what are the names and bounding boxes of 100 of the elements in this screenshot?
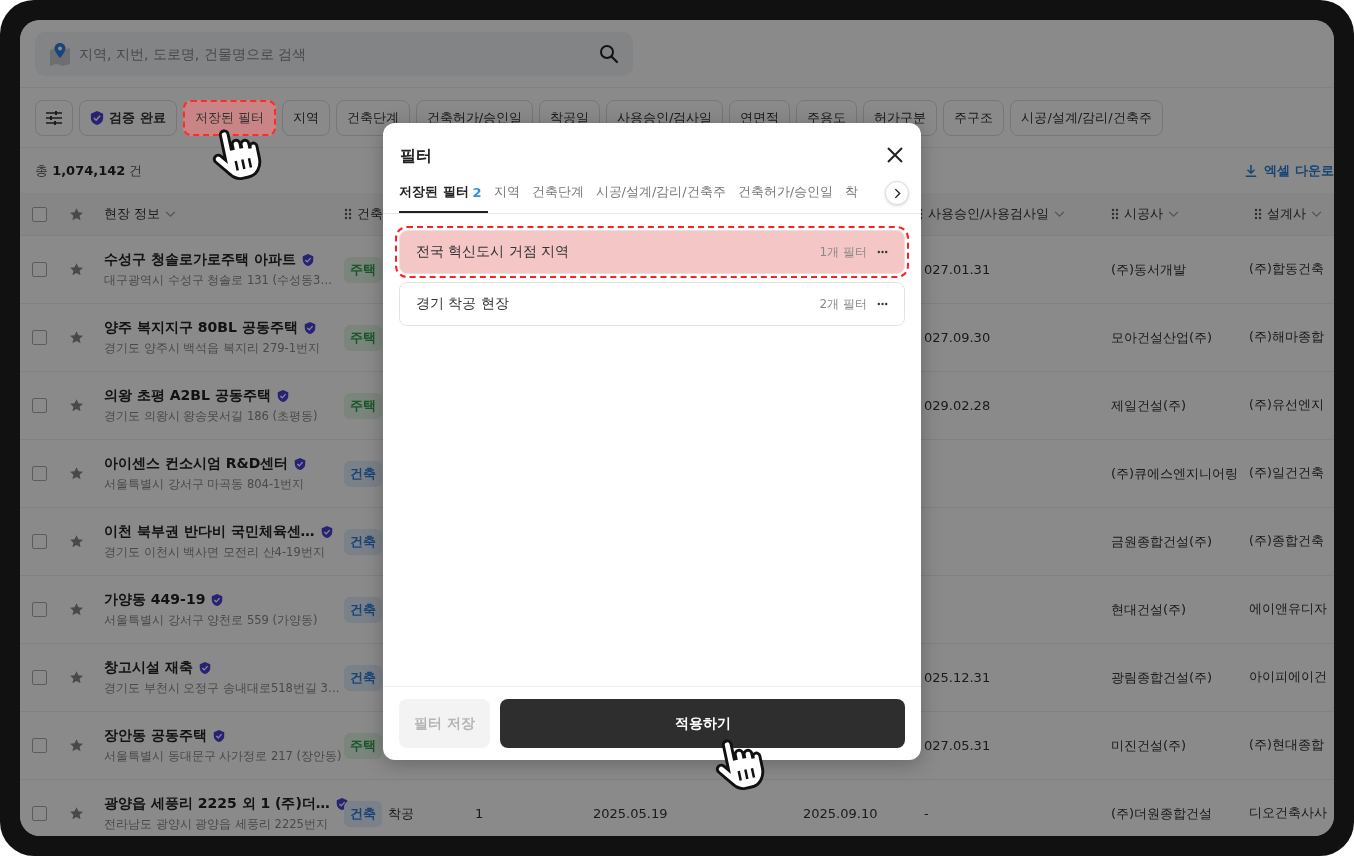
filter-chip[interactable]: 시공/설계/감리/건축주: [1010, 100, 1163, 136]
saved-filter-item[interactable]: 경기 착공 현장 2개 필터: [399, 282, 905, 326]
star-icon[interactable]: [69, 262, 84, 277]
table-cell: 현대건설(주): [1111, 600, 1187, 619]
category-tag: 주택: [344, 256, 382, 283]
table-cell: 모아건설산업(주): [1111, 328, 1213, 347]
search-field[interactable]: 지역, 지번, 도로명, 건물명으로 검색: [35, 32, 633, 76]
search-icon[interactable]: [599, 44, 619, 64]
column-header[interactable]: 시공사: [1124, 205, 1163, 223]
filter-tab[interactable]: 건축단계: [525, 173, 590, 213]
table-cell: 027.09.30: [924, 330, 991, 345]
site-address: 경기도 이천시 백사면 모전리 산4-19번지: [104, 545, 325, 560]
category-tag: 주택: [344, 732, 382, 759]
more-icon[interactable]: [877, 250, 888, 254]
table-cell: (주)동서개발: [1111, 260, 1187, 279]
excel-download-link[interactable]: 엑셀 다운로: [1244, 161, 1334, 180]
site-name[interactable]: 아이센스 컨소시엄 R&D센터: [104, 455, 289, 473]
filter-tab[interactable]: 착: [839, 173, 865, 213]
filter-settings-button[interactable]: [35, 100, 73, 136]
table-cell: (주)합동건축: [1249, 261, 1324, 278]
chevron-down-icon[interactable]: [1054, 210, 1066, 218]
checkbox[interactable]: [32, 806, 47, 821]
table-cell: 금원종합건설(주): [1111, 532, 1213, 551]
chevron-right-icon: [893, 187, 901, 199]
site-address: 서울특별시 강서구 마곡동 804-1번지: [104, 477, 305, 492]
site-name[interactable]: 장안동 공동주택: [104, 727, 207, 745]
filter-chip[interactable]: 검증 완료: [79, 100, 177, 136]
checkbox[interactable]: [32, 670, 47, 685]
checkbox[interactable]: [32, 330, 47, 345]
column-header[interactable]: 건축: [357, 205, 383, 223]
table-cell: 미진건설(주): [1111, 736, 1187, 755]
star-icon[interactable]: [69, 806, 84, 821]
checkbox[interactable]: [32, 534, 47, 549]
category-tag: 건축: [344, 800, 382, 827]
site-name[interactable]: 이천 북부권 반다비 국민체육센…: [104, 523, 315, 541]
filter-chip[interactable]: 건축단계: [335, 100, 410, 136]
star-icon[interactable]: [69, 534, 84, 549]
more-icon[interactable]: [877, 302, 888, 306]
column-header[interactable]: 현장 정보: [104, 205, 161, 223]
star-icon[interactable]: [69, 206, 84, 222]
checkbox[interactable]: [32, 602, 47, 617]
site-name[interactable]: 의왕 초평 A2BL 공동주택: [104, 387, 271, 405]
category-tag: 건축: [344, 664, 382, 691]
site-name[interactable]: 양주 복지지구 80BL 공동주택: [104, 319, 298, 337]
table-cell: 착공: [388, 804, 414, 823]
checkbox[interactable]: [32, 206, 47, 222]
drag-handle-icon[interactable]: [1254, 208, 1262, 220]
star-icon[interactable]: [69, 466, 84, 481]
table-cell: 광림종합건설(주): [1111, 668, 1213, 687]
star-icon[interactable]: [69, 398, 84, 413]
table-cell: 제일건설(주): [1111, 396, 1187, 415]
star-icon[interactable]: [69, 738, 84, 753]
scroll-right-button[interactable]: [885, 181, 909, 205]
table-cell: 에이앤유디자: [1249, 601, 1327, 618]
checkbox[interactable]: [32, 262, 47, 277]
column-header[interactable]: 설계사: [1267, 205, 1306, 223]
filter-chip[interactable]: 주구조: [943, 100, 1005, 136]
category-tag: 건축: [344, 460, 382, 487]
star-icon[interactable]: [69, 670, 84, 685]
close-icon: [887, 147, 903, 163]
table-cell: (주)일건건축: [1249, 465, 1324, 482]
site-address: 경기도 양주시 백석읍 복지리 279-1번지: [104, 341, 321, 356]
chevron-down-icon[interactable]: [165, 210, 177, 218]
site-name[interactable]: 광양읍 세풍리 2225 외 1 (주)더…: [104, 795, 330, 813]
drag-handle-icon[interactable]: [1111, 208, 1119, 220]
download-icon: [1244, 163, 1259, 178]
filter-tab[interactable]: 지역: [487, 173, 526, 213]
checkbox[interactable]: [32, 398, 47, 413]
shield-check-icon: [90, 110, 104, 126]
close-button[interactable]: [885, 145, 905, 165]
filter-chip[interactable]: 지역: [281, 100, 330, 136]
site-address: 경기도 의왕시 왕송못서길 186 (초평동): [104, 409, 318, 424]
filter-tab[interactable]: 시공/설계/감리/건축주: [589, 173, 732, 213]
drag-handle-icon[interactable]: [344, 208, 352, 220]
star-icon[interactable]: [69, 330, 84, 345]
site-address: 서울특별시 강서구 양천로 559 (가양동): [104, 613, 318, 628]
chevron-down-icon[interactable]: [1168, 210, 1179, 218]
table-cell: 1: [475, 806, 484, 821]
site-address: 서울특별시 동대문구 사가정로 217 (장안동): [104, 749, 342, 764]
site-name[interactable]: 창고시설 재축: [104, 659, 193, 677]
table-cell: (주)큐에스엔지니어링: [1111, 464, 1239, 483]
table-cell: (주)유선엔지: [1249, 397, 1324, 414]
table-cell: 2025.09.10: [803, 806, 878, 821]
site-name[interactable]: 수성구 청솔로가로주택 아파트: [104, 251, 296, 269]
table-cell: 029.02.28: [924, 398, 991, 413]
filter-tab[interactable]: 저장된 필터 2: [399, 173, 488, 213]
chevron-down-icon[interactable]: [1311, 210, 1322, 218]
star-icon[interactable]: [69, 602, 84, 617]
checkbox[interactable]: [32, 466, 47, 481]
filter-tab[interactable]: 건축허가/승인일: [731, 173, 840, 213]
site-address: 전라남도 광양시 광양읍 세풍리 2225번지: [104, 817, 328, 832]
checkbox[interactable]: [32, 738, 47, 753]
table-cell: 027.05.31: [924, 738, 991, 753]
total-count: 총 1,074,142 건: [35, 161, 143, 180]
filter-chip[interactable]: 저장된 필터: [182, 100, 276, 136]
table-cell: 디오건축사사: [1249, 805, 1327, 822]
apply-button[interactable]: 적용하기: [500, 699, 905, 748]
site-name[interactable]: 가양동 449-19: [104, 591, 206, 609]
column-header[interactable]: 사용승인/사용검사일: [928, 205, 1050, 223]
category-tag: 주택: [344, 392, 382, 419]
